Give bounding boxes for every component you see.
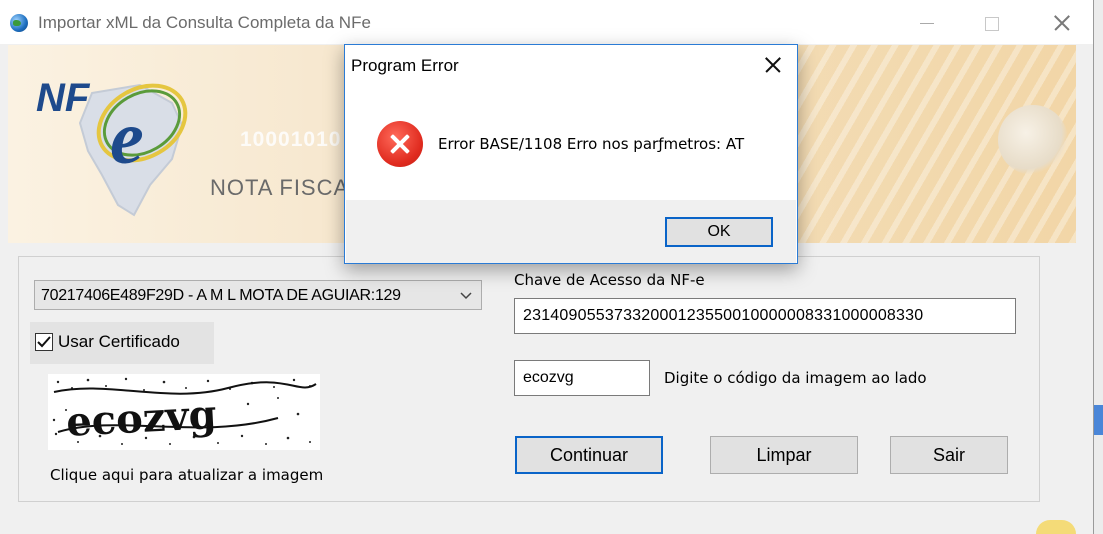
- desktop-edge: [1094, 0, 1103, 534]
- nfe-logo: NF e: [36, 76, 188, 217]
- captcha-graphic: ecozvg: [48, 374, 320, 450]
- use-certificate-label: Usar Certificado: [58, 332, 180, 351]
- close-window-button[interactable]: [1040, 10, 1084, 36]
- banner-edge: [0, 45, 8, 243]
- title-bar: Importar xML da Consulta Completa da NFe: [0, 0, 1093, 44]
- desktop-edge-accent: [1094, 405, 1103, 435]
- maximize-button[interactable]: [970, 10, 1014, 36]
- access-key-field[interactable]: 2314090553733200012355001000000833100000…: [514, 298, 1016, 334]
- globe-icon: [10, 14, 28, 32]
- access-key-value: 2314090553733200012355001000000833100000…: [523, 307, 924, 324]
- svg-text:e: e: [110, 96, 144, 180]
- continue-button[interactable]: Continuar: [515, 436, 663, 474]
- clear-button[interactable]: Limpar: [710, 436, 858, 474]
- banner-title: NOTA FISCAL: [210, 175, 363, 200]
- dialog-title: Program Error: [351, 56, 459, 75]
- error-message: Error BASE/1108 Erro nos parƒmetros: AT: [438, 135, 745, 153]
- svg-text:NF: NF: [36, 76, 91, 120]
- captcha-code-value: ecozvg: [523, 369, 574, 386]
- window-title: Importar xML da Consulta Completa da NFe: [38, 13, 371, 32]
- desktop-icon-peek: [1036, 520, 1076, 534]
- svg-text:ecozvg: ecozvg: [65, 391, 218, 446]
- access-key-label: Chave de Acesso da NF-e: [514, 271, 705, 289]
- close-icon[interactable]: [753, 51, 793, 79]
- captcha-code-field[interactable]: ecozvg: [514, 360, 650, 396]
- banner-ornament: [998, 105, 1068, 175]
- checkmark-icon: [37, 336, 51, 348]
- ok-button[interactable]: OK: [665, 217, 773, 247]
- captcha-refresh-link[interactable]: Clique aqui para atualizar a imagem: [50, 466, 323, 484]
- banner-digits: 10001010: [240, 128, 342, 151]
- exit-button[interactable]: Sair: [890, 436, 1008, 474]
- certificate-select-value: 70217406E489F29D - A M L MOTA DE AGUIAR:…: [41, 287, 401, 304]
- minimize-button[interactable]: [906, 10, 950, 36]
- captcha-image[interactable]: ecozvg: [48, 374, 320, 450]
- chevron-down-icon: [460, 292, 472, 300]
- error-dialog: Program Error Error BASE/1108 Erro nos p…: [344, 44, 798, 264]
- certificate-select[interactable]: 70217406E489F29D - A M L MOTA DE AGUIAR:…: [34, 280, 482, 310]
- use-certificate-checkbox[interactable]: [35, 333, 53, 351]
- error-icon: [377, 121, 423, 167]
- captcha-code-label: Digite o código da imagem ao lado: [664, 369, 927, 387]
